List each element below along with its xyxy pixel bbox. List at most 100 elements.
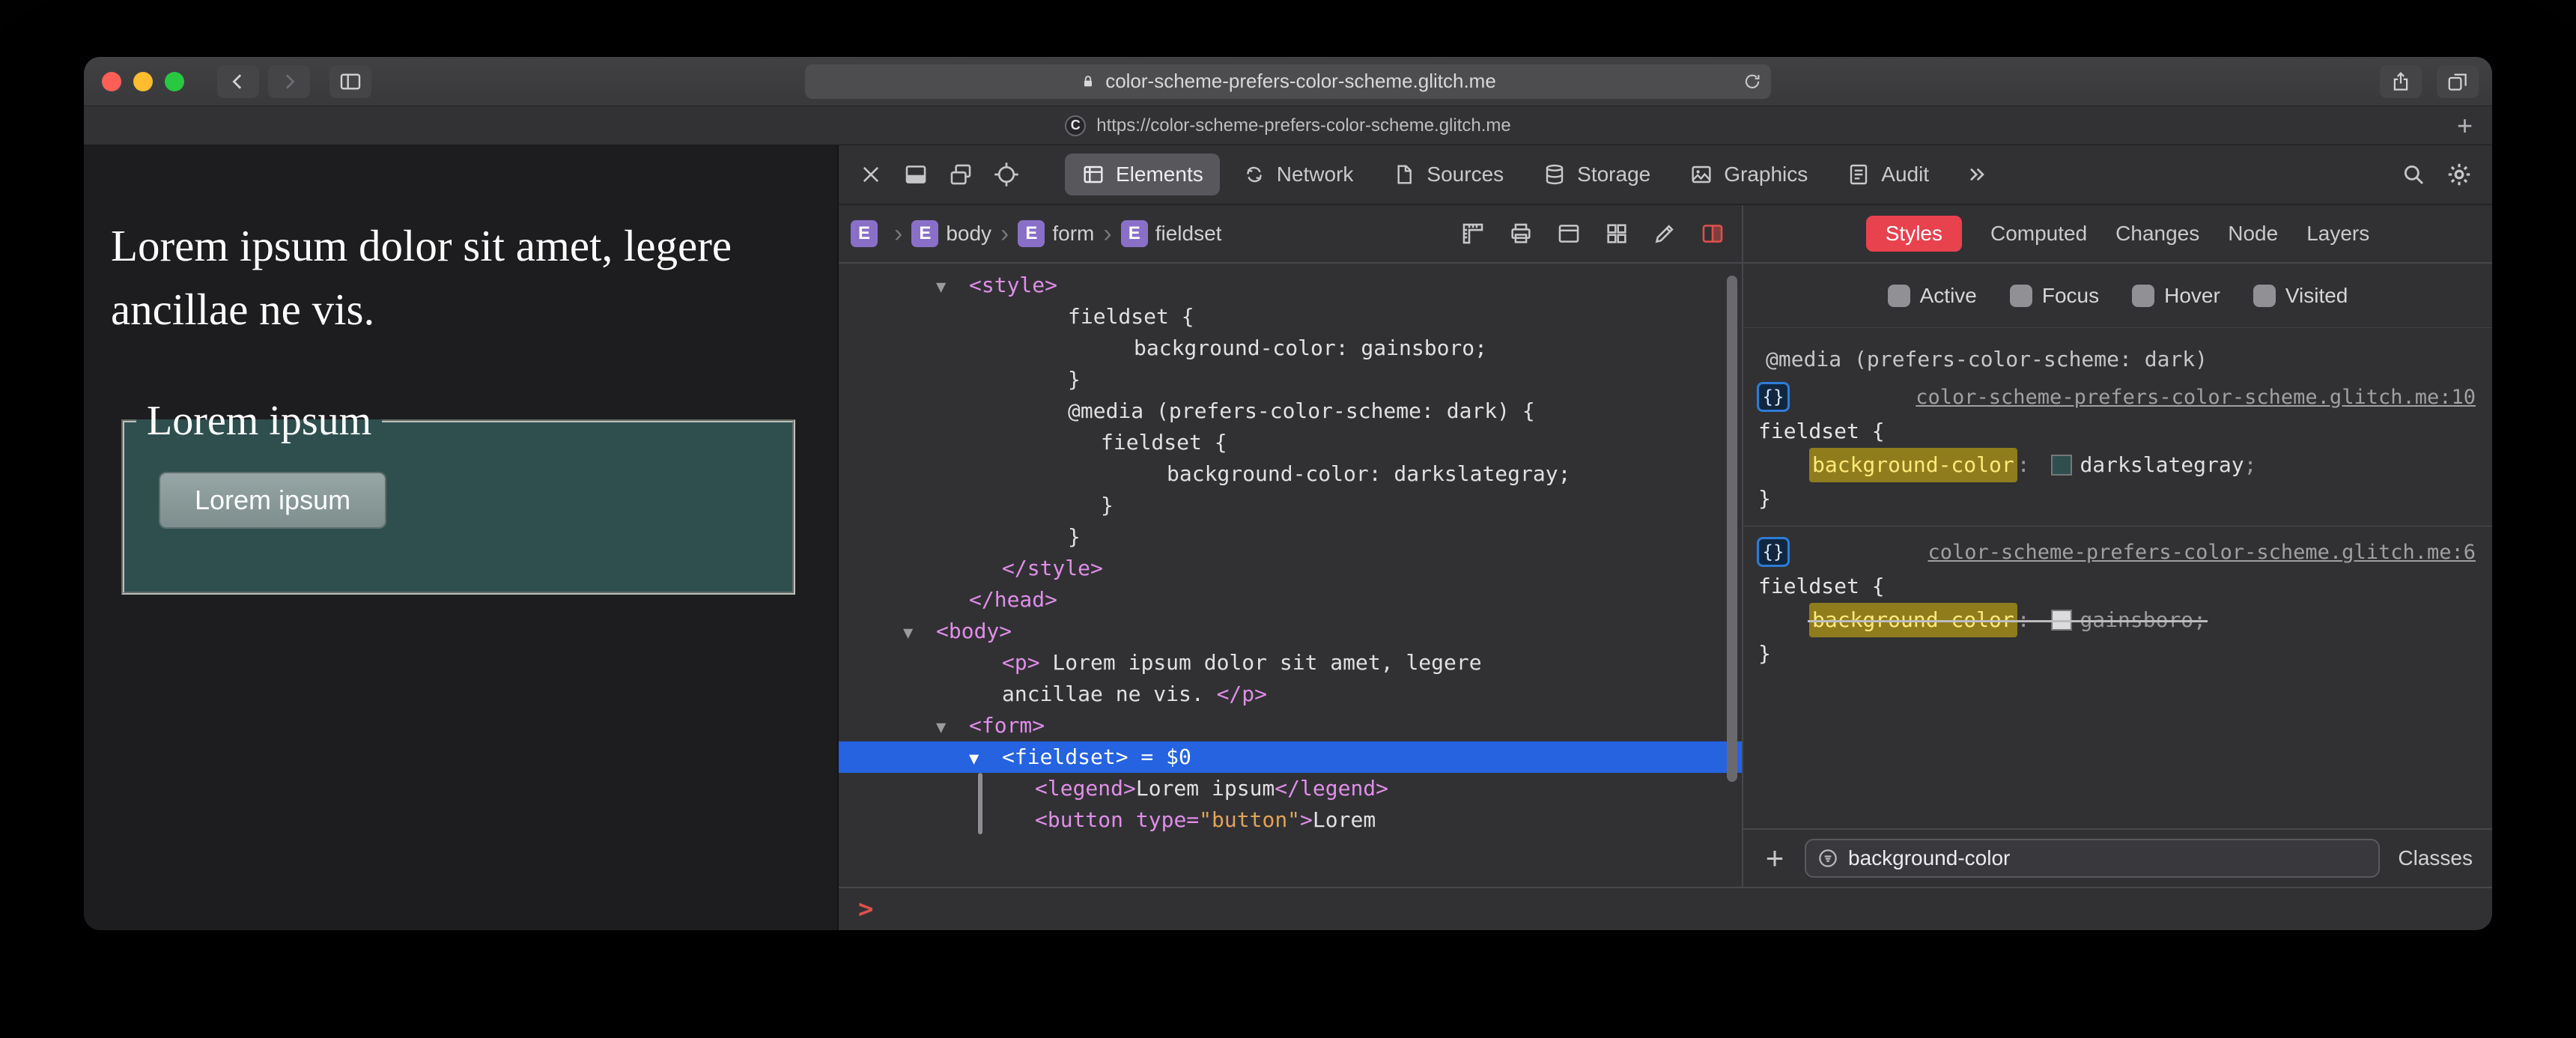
tab-network[interactable]: Network <box>1226 154 1370 195</box>
dom-tree-line[interactable]: <p> Lorem ipsum dolor sit amet, legere <box>839 647 1742 679</box>
pseudo-active-toggle[interactable]: Active <box>1887 284 1977 308</box>
dom-tree-line[interactable]: ▼ <body> <box>839 616 1742 647</box>
rule-source-link[interactable]: color-scheme-prefers-color-scheme.glitch… <box>1916 386 2476 409</box>
dom-tree-line[interactable]: </head> <box>839 584 1742 616</box>
tab-storage[interactable]: Storage <box>1526 154 1667 195</box>
dom-tree-line[interactable]: background-color: darkslategray; <box>839 458 1742 490</box>
more-tabs-button[interactable] <box>1965 163 1989 186</box>
dom-tree-line[interactable]: ▼ <style> <box>839 270 1742 301</box>
undock-button[interactable] <box>948 162 973 187</box>
property-name-highlighted[interactable]: background-color <box>1809 603 2017 637</box>
color-swatch[interactable] <box>2051 455 2073 476</box>
styles-filter-field[interactable] <box>1805 839 2381 878</box>
checkbox[interactable] <box>2009 284 2032 307</box>
zoom-window-button[interactable] <box>165 71 184 91</box>
tab-changes[interactable]: Changes <box>2115 222 2199 246</box>
dom-tree: ▼ <style> fieldset {background-color: gain… <box>839 264 1742 887</box>
css-property-overridden[interactable]: background-color: gainsboro; <box>1743 603 2492 637</box>
tab-computed[interactable]: Computed <box>1990 222 2087 246</box>
browser-window: color-scheme-prefers-color-scheme.glitch… <box>84 57 2492 930</box>
css-property[interactable]: background-color: darkslategray; <box>1743 448 2492 482</box>
print-styles-button[interactable] <box>1508 221 1534 246</box>
color-swatch[interactable] <box>2051 610 2073 631</box>
disclosure-triangle-icon[interactable]: ▼ <box>903 618 936 649</box>
share-button[interactable] <box>2380 64 2422 98</box>
dom-token-text: background-color: darkslategray; <box>1167 461 1571 486</box>
tab-elements[interactable]: Elements <box>1065 154 1220 195</box>
graphics-icon <box>1692 166 1711 183</box>
dom-tree-line[interactable]: } <box>839 490 1742 521</box>
back-button[interactable] <box>217 64 259 98</box>
tab-audit[interactable]: Audit <box>1830 154 1945 195</box>
forward-button[interactable] <box>268 64 310 98</box>
dom-tree-line[interactable]: fieldset { <box>839 301 1742 333</box>
edit-button[interactable] <box>1652 221 1677 246</box>
pseudo-hover-toggle[interactable]: Hover <box>2132 284 2220 308</box>
checkbox[interactable] <box>2132 284 2155 307</box>
dom-tree-line[interactable]: } <box>839 521 1742 553</box>
dom-tree-line[interactable]: } <box>839 364 1742 395</box>
breadcrumb: E › E body › E form › E fieldset <box>839 205 1742 262</box>
tab-node[interactable]: Node <box>2228 222 2278 246</box>
dom-tree-line[interactable]: ▼ <form> <box>839 710 1742 741</box>
dom-tree-line[interactable]: background-color: gainsboro; <box>839 333 1742 364</box>
settings-button[interactable] <box>2446 161 2473 188</box>
pseudo-focus-toggle[interactable]: Focus <box>2009 284 2099 308</box>
minimize-window-button[interactable] <box>133 71 153 91</box>
dom-tree-line[interactable]: fieldset { <box>839 427 1742 458</box>
breadcrumb-item-form[interactable]: E form <box>1018 220 1094 247</box>
dom-tree-line[interactable]: <legend>Lorem ipsum</legend> <box>839 773 1742 804</box>
tab-bar: C https://color-scheme-prefers-color-sch… <box>84 106 2492 145</box>
breadcrumb-item-fieldset[interactable]: E fieldset <box>1120 220 1221 247</box>
checkbox[interactable] <box>1887 284 1910 307</box>
reload-button[interactable] <box>1743 72 1762 91</box>
rulers-button[interactable] <box>1460 221 1486 246</box>
quick-console[interactable]: > <box>839 887 2492 930</box>
close-window-button[interactable] <box>102 71 121 91</box>
sidebar-toggle-button[interactable] <box>329 64 371 98</box>
element-badge: E <box>1018 220 1045 247</box>
printer-icon <box>1511 223 1531 243</box>
tab-overview-icon <box>2448 73 2467 91</box>
dom-tree-line[interactable]: <button type="button">Lorem <box>839 804 1742 836</box>
property-name-highlighted[interactable]: background-color <box>1809 448 2017 482</box>
tab-styles[interactable]: Styles <box>1865 216 1962 252</box>
search-icon <box>2404 165 2424 185</box>
breadcrumb-item-body[interactable]: E body <box>911 220 991 247</box>
frames-button[interactable] <box>1556 221 1582 246</box>
dock-bottom-button[interactable] <box>903 162 929 187</box>
pseudo-visited-toggle[interactable]: Visited <box>2253 284 2348 308</box>
rule-source-icon[interactable]: {} <box>1757 382 1790 412</box>
classes-toggle-button[interactable]: Classes <box>2393 846 2477 870</box>
dom-tree-scrollbar[interactable] <box>1727 276 1737 782</box>
new-tab-button[interactable]: + <box>2457 112 2473 139</box>
disclosure-triangle-icon[interactable]: ▼ <box>969 744 1002 775</box>
force-appearance-button[interactable] <box>1700 221 1725 246</box>
page-button[interactable]: Lorem ipsum <box>159 471 387 529</box>
dom-tree-line[interactable]: </style> <box>839 553 1742 584</box>
breadcrumb-item-html[interactable]: E <box>851 220 885 247</box>
element-picker-button[interactable] <box>993 161 1020 188</box>
tab-overview-button[interactable] <box>2437 64 2479 98</box>
rule-selector[interactable]: fieldset { <box>1743 415 2492 448</box>
dom-tree-line[interactable]: ancillae ne vis. </p> <box>839 679 1742 710</box>
new-rule-button[interactable]: + <box>1758 843 1791 874</box>
close-inspector-button[interactable] <box>858 162 884 187</box>
rule-source-icon[interactable]: {} <box>1757 537 1790 567</box>
disclosure-triangle-icon[interactable]: ▼ <box>936 712 969 744</box>
search-button[interactable] <box>2401 162 2426 187</box>
rule-selector[interactable]: fieldset { <box>1743 570 2492 603</box>
rule-source-link[interactable]: color-scheme-prefers-color-scheme.glitch… <box>1928 541 2476 564</box>
dom-tree-line[interactable]: @media (prefers-color-scheme: dark) { <box>839 395 1742 427</box>
tab-graphics[interactable]: Graphics <box>1673 154 1824 195</box>
dom-tree-line-selected[interactable]: ▼ <fieldset> = $0 <box>839 741 1742 773</box>
grid-overlay-button[interactable] <box>1604 221 1629 246</box>
url-bar[interactable]: color-scheme-prefers-color-scheme.glitch… <box>805 64 1771 99</box>
styles-filter-input[interactable] <box>1848 846 2369 870</box>
tab-sources[interactable]: Sources <box>1376 154 1520 195</box>
disclosure-triangle-icon[interactable]: ▼ <box>936 272 969 303</box>
active-tab[interactable]: https://color-scheme-prefers-color-schem… <box>1096 115 1511 136</box>
checkbox[interactable] <box>2253 284 2276 307</box>
audit-icon <box>1850 164 1868 185</box>
tab-layers[interactable]: Layers <box>2306 222 2369 246</box>
